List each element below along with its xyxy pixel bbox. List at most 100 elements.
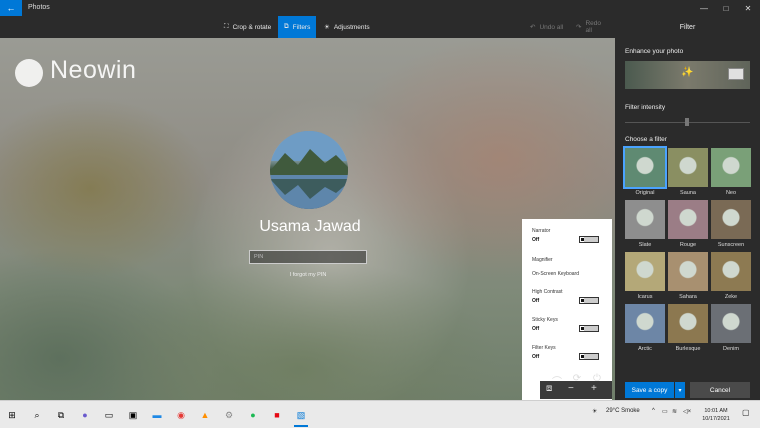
neowin-logo-icon [15,59,43,87]
filter-option-burlesque[interactable]: Burlesque [668,304,708,352]
user-name: Usama Jawad [259,218,361,235]
redo-icon: ↷ [576,24,582,31]
filter-option-sunscreen[interactable]: Sunscreen [711,200,751,248]
filter-option-zeke[interactable]: Zeke [711,252,751,300]
store-icon[interactable]: ▣ [126,408,140,422]
narrator-toggle[interactable] [579,236,599,243]
clock[interactable]: 10:01 AM 10/17/2021 [696,407,736,423]
filter-option-slate[interactable]: Slate [625,200,665,248]
search-icon[interactable]: ⌕ [30,408,44,422]
watermark-logo: Neowin [50,56,137,84]
enhance-label: Enhance your photo [625,48,684,55]
windows-start-icon[interactable]: ⊞ [5,408,19,422]
photos-app-icon[interactable]: ▧ [294,408,308,427]
landscape-avatar-image [270,131,348,209]
filter-option-arctic[interactable]: Arctic [625,304,665,352]
chevron-down-icon: ▾ [678,387,682,394]
clock-date: 10/17/2021 [702,416,730,422]
filter-label: Slate [638,242,652,248]
enhance-switch-icon [728,68,744,80]
chrome-icon[interactable]: ◉ [174,408,188,422]
filter-option-sahara[interactable]: Sahara [668,252,708,300]
save-copy-button[interactable]: Save a copy [625,382,674,398]
intensity-label: Filter intensity [625,104,666,111]
panel-title: Filter [679,24,696,31]
filter-label: Zeke [724,294,738,300]
filter-option-neo[interactable]: Neo [711,148,751,196]
filter-thumbnail [711,252,751,291]
filter-label: Neo [725,190,737,196]
undo-icon: ↶ [530,24,536,31]
netflix-icon[interactable]: ■ [270,408,284,422]
filter-option-original[interactable]: Original [623,146,667,196]
zoom-controls: ⧈ − + [540,381,612,399]
filter-panel: Filter Enhance your photo ✨ Filter inten… [615,16,760,400]
filter-label: Original [635,190,655,196]
tray-chevron-icon[interactable]: ^ [652,408,655,414]
forgot-pin-link[interactable]: I forgot my PIN [249,272,367,278]
vlc-icon[interactable]: ▲ [198,408,212,422]
filters-label: Filters [292,23,311,31]
narrator-state: Off [532,237,540,243]
filter-option-sauna[interactable]: Sauna [668,148,708,196]
zoom-out-icon[interactable]: − [568,383,574,394]
taskbar: ⊞ ⌕ ⧉ ● ▭ ▣ ▬ ◉ ▲ ⚙ ● ■ ▧ ☀ 29°C Smoke ^… [0,400,760,428]
filters-tab[interactable]: ⧉ Filters [278,16,317,38]
save-options-dropdown[interactable]: ▾ [675,382,685,398]
filter-keys-toggle[interactable] [579,353,599,360]
filter-option-rouge[interactable]: Rouge [668,200,708,248]
filter-option-icarus[interactable]: Icarus [625,252,665,300]
wifi-icon[interactable]: ≋ [672,408,677,415]
redo-all-button[interactable]: ↷ Redo all [570,16,615,38]
edit-toolbar: ⛶ Crop & rotate ⧉ Filters ☀ Adjustments ↶ Un… [0,16,615,38]
sun-icon: ☀ [324,24,330,31]
filter-keys-label: Filter Keys [532,345,556,351]
high-contrast-toggle[interactable] [579,297,599,304]
enhance-photo-toggle[interactable]: ✨ [625,61,750,89]
intensity-slider-thumb[interactable] [685,118,689,126]
weather-icon: ☀ [592,409,598,415]
filters-icon: ⧉ [284,23,289,30]
photo-canvas[interactable]: Neowin Usama Jawad PIN I forgot my PIN N… [0,38,615,400]
high-contrast-label: High Contrast [532,289,563,295]
filter-thumbnail [711,304,751,343]
spotify-icon[interactable]: ● [246,408,260,422]
file-explorer-icon[interactable]: ▬ [150,408,164,422]
sticky-keys-state: Off [532,326,540,332]
settings-gear-icon[interactable]: ⚙ [222,408,236,422]
crop-rotate-tab[interactable]: ⛶ Crop & rotate [218,16,277,38]
title-bar: ← Photos — □ ✕ [0,0,760,16]
widgets-icon[interactable]: ▭ [102,408,116,422]
filter-thumbnail [711,148,751,187]
back-button[interactable]: ← [0,0,22,16]
zoom-in-icon[interactable]: + [591,383,597,394]
volume-icon[interactable]: ◁× [683,408,691,415]
undo-all-button[interactable]: ↶ Undo all [524,16,569,38]
battery-icon[interactable]: ▭ [662,408,668,415]
filter-thumbnail [711,200,751,239]
maximize-button[interactable]: □ [715,0,737,16]
pin-input[interactable]: PIN [249,250,367,264]
filter-label: Burlesque [675,346,701,352]
adjustments-label: Adjustments [333,23,370,31]
sticky-keys-toggle[interactable] [579,325,599,332]
minimize-button[interactable]: — [693,0,715,16]
onscreen-keyboard-label[interactable]: On-Screen Keyboard [532,271,579,277]
filter-thumbnail [625,304,665,343]
filter-label: Sahara [679,294,697,300]
adjustments-tab[interactable]: ☀ Adjustments [318,16,376,38]
weather-text[interactable]: 29°C Smoke [606,408,640,414]
notifications-icon[interactable]: ▢ [742,408,750,417]
back-arrow-icon: ← [6,3,16,13]
filter-label: Arctic [638,346,652,352]
filter-option-denim[interactable]: Denim [711,304,751,352]
close-button[interactable]: ✕ [737,0,759,16]
magnifier-label[interactable]: Magnifier [532,257,553,263]
cancel-button[interactable]: Cancel [690,382,750,398]
filter-keys-state: Off [532,354,540,360]
fit-screen-icon[interactable]: ⧈ [546,383,552,394]
filter-label: Denim [723,346,739,352]
teams-chat-icon[interactable]: ● [78,408,92,422]
task-view-icon[interactable]: ⧉ [54,408,68,422]
high-contrast-state: Off [532,298,540,304]
